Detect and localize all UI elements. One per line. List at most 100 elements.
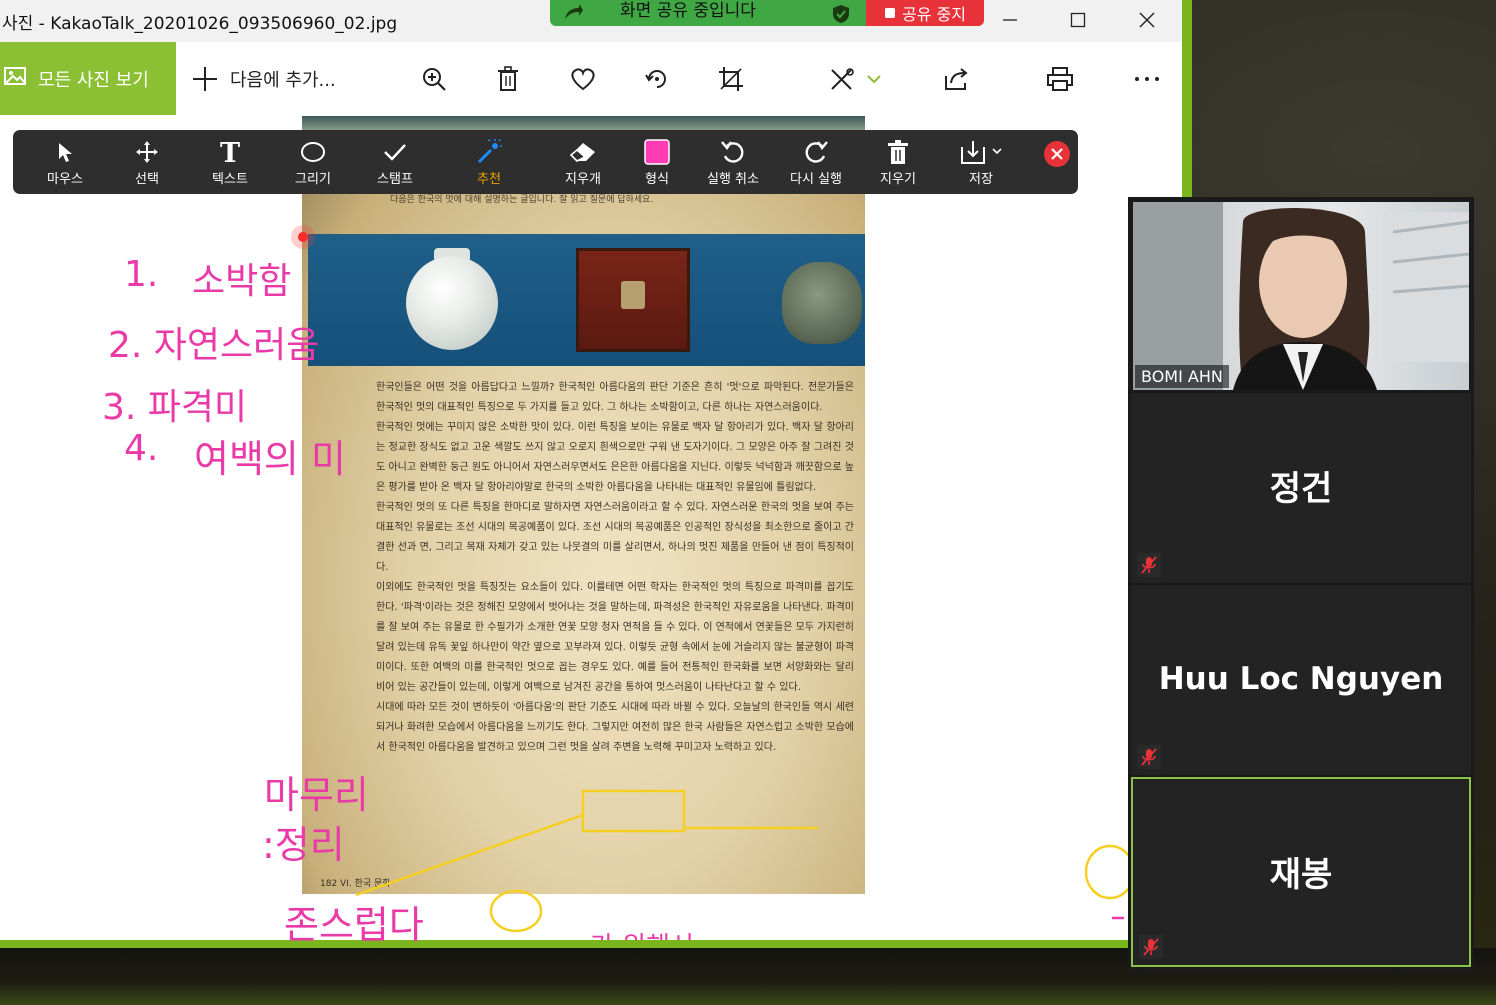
maximize-icon — [1070, 12, 1086, 28]
muted-mic-icon — [1137, 745, 1161, 769]
participant-name-label: BOMI AHN — [1135, 365, 1229, 388]
annotate-label: 그리기 — [295, 172, 331, 187]
shield-icon — [833, 5, 849, 23]
annotate-stamp-button[interactable]: 스탬프 — [355, 136, 435, 190]
more-icon[interactable] — [1130, 62, 1164, 96]
add-to-button[interactable]: 다음에 추가... — [192, 62, 336, 96]
format-icon — [644, 136, 670, 168]
maximize-button[interactable] — [1044, 0, 1112, 40]
stop-share-label: 공유 중지 — [902, 5, 966, 24]
annotate-spotlight-button[interactable]: 추천 — [449, 136, 529, 190]
wooden-chest-image — [576, 248, 690, 352]
annotate-clear-button[interactable]: 지우기 — [858, 136, 938, 190]
participant-video — [1133, 202, 1469, 390]
view-all-label: 모든 사진 보기 — [38, 69, 149, 91]
annotate-eraser-button[interactable]: 지우개 — [543, 136, 623, 190]
annotate-label: 스탬프 — [377, 172, 413, 187]
annotate-undo-button[interactable]: 실행 취소 — [693, 136, 773, 190]
annotate-label: 추천 — [477, 172, 501, 187]
annotate-label: 실행 취소 — [707, 172, 759, 187]
annotate-save-button[interactable]: 저장 — [941, 136, 1021, 190]
screen-share-banner: 화면 공유 중입니다 공유 중지 — [550, 0, 984, 26]
textbook-body-text: 한국인들은 어떤 것을 아름답다고 느낄까? 한국적인 아름다움의 판단 기준은… — [376, 382, 854, 753]
celadon-ewer-image — [782, 262, 862, 344]
annotate-label: 지우개 — [565, 172, 601, 187]
text-icon: T — [218, 136, 242, 168]
annotation-conclusion: 마무리 — [264, 773, 369, 817]
close-window-button[interactable] — [1113, 0, 1181, 40]
participant-tile[interactable]: 정건 — [1131, 393, 1471, 583]
redo-icon — [803, 136, 829, 168]
share-icon[interactable] — [940, 62, 974, 96]
annotate-format-button[interactable]: 형식 — [617, 136, 697, 190]
annotate-label: 마우스 — [47, 172, 83, 187]
app-toolbar: 모든 사진 보기 다음에 추가... — [0, 42, 1182, 116]
annotation-item-1: 1. — [124, 254, 159, 295]
annotate-mouse-button[interactable]: 마우스 — [25, 136, 105, 190]
eraser-icon — [569, 136, 597, 168]
image-icon — [4, 66, 26, 91]
annotation-item-4-text: 여백의 미 — [194, 437, 346, 481]
artifacts-image — [308, 234, 865, 366]
video-tile[interactable]: BOMI AHN — [1133, 202, 1469, 390]
rotate-icon[interactable] — [640, 62, 674, 96]
chevron-down-icon[interactable] — [862, 62, 886, 96]
annotate-draw-button[interactable]: 그리기 — [273, 136, 353, 190]
annotation-item-1-text: 소박함 — [192, 261, 292, 302]
heart-icon[interactable] — [566, 62, 600, 96]
annotate-label: 텍스트 — [212, 172, 248, 187]
muted-mic-icon — [1139, 935, 1163, 959]
textbook-photo: 다음은 한국의 멋에 대해 설명하는 글입니다. 잘 읽고 질문에 답하세요. … — [302, 116, 865, 894]
annotation-word: 존스럽다 — [284, 903, 424, 947]
close-annotation-button[interactable] — [1044, 141, 1070, 167]
participant-name: 정건 — [1269, 469, 1333, 509]
muted-mic-icon — [1137, 553, 1161, 577]
add-to-label: 다음에 추가... — [230, 70, 336, 91]
stop-share-button[interactable]: 공유 중지 — [866, 0, 984, 26]
annotate-label: 선택 — [135, 172, 159, 187]
participant-name: 재봉 — [1269, 855, 1333, 895]
window-title: 사진 - KakaoTalk_20201026_093506960_02.jpg — [2, 14, 398, 34]
plus-icon — [193, 67, 217, 91]
annotation-cutoff-text: 가 위해서 — [590, 926, 694, 940]
share-status-text: 화면 공유 중입니다 — [620, 1, 756, 21]
clear-icon — [886, 136, 910, 168]
annotation-item-2: 2. 자연스러움 — [108, 325, 320, 366]
share-arrow-icon — [565, 4, 583, 19]
spotlight-icon — [476, 136, 502, 168]
annotation-item-3: 3. 파격미 — [102, 387, 248, 428]
participant-name: Huu Loc Nguyen — [1158, 661, 1444, 697]
trash-icon[interactable] — [491, 62, 525, 96]
close-icon — [1139, 12, 1155, 28]
annotation-toolbar: 마우스 선택 T 텍스트 그리기 스탬프 추천 지우개 형식 실행 취소 다시 … — [13, 130, 1078, 194]
annotate-label: 다시 실행 — [790, 172, 842, 187]
cursor-icon — [55, 136, 75, 168]
chest-lock-plate — [621, 281, 645, 309]
minimize-button[interactable] — [976, 0, 1044, 40]
view-all-photos-button[interactable]: 모든 사진 보기 — [0, 42, 176, 115]
move-icon — [135, 136, 159, 168]
participant-tile[interactable]: Huu Loc Nguyen — [1131, 585, 1471, 775]
zoom-in-icon[interactable] — [417, 62, 451, 96]
print-icon[interactable] — [1043, 62, 1077, 96]
undo-icon — [720, 136, 746, 168]
photo-canvas: 다음은 한국의 멋에 대해 설명하는 글입니다. 잘 읽고 질문에 답하세요. … — [0, 116, 1182, 940]
active-speaker-tile[interactable]: 재봉 — [1131, 777, 1471, 967]
annotate-redo-button[interactable]: 다시 실행 — [776, 136, 856, 190]
annotate-text-button[interactable]: T 텍스트 — [190, 136, 270, 190]
stop-icon — [885, 8, 896, 18]
moon-jar-image — [406, 256, 498, 350]
annotate-label: 형식 — [645, 172, 669, 187]
svg-text:T: T — [220, 139, 240, 165]
edit-icon[interactable] — [826, 62, 860, 96]
annotate-label: 저장 — [969, 172, 993, 187]
annotate-label: 지우기 — [880, 172, 916, 187]
participants-gallery: BOMI AHN 정건 Huu Loc Nguyen 재봉 — [1128, 197, 1474, 973]
annotate-select-button[interactable]: 선택 — [107, 136, 187, 190]
annotation-summary: :정리 — [262, 823, 345, 867]
annotation-item-4: 4. — [124, 428, 159, 469]
page-number: 182 VI. 한국 문화 — [320, 879, 391, 889]
crop-icon[interactable] — [714, 62, 748, 96]
draw-icon — [300, 136, 326, 168]
save-icon — [959, 136, 1003, 168]
